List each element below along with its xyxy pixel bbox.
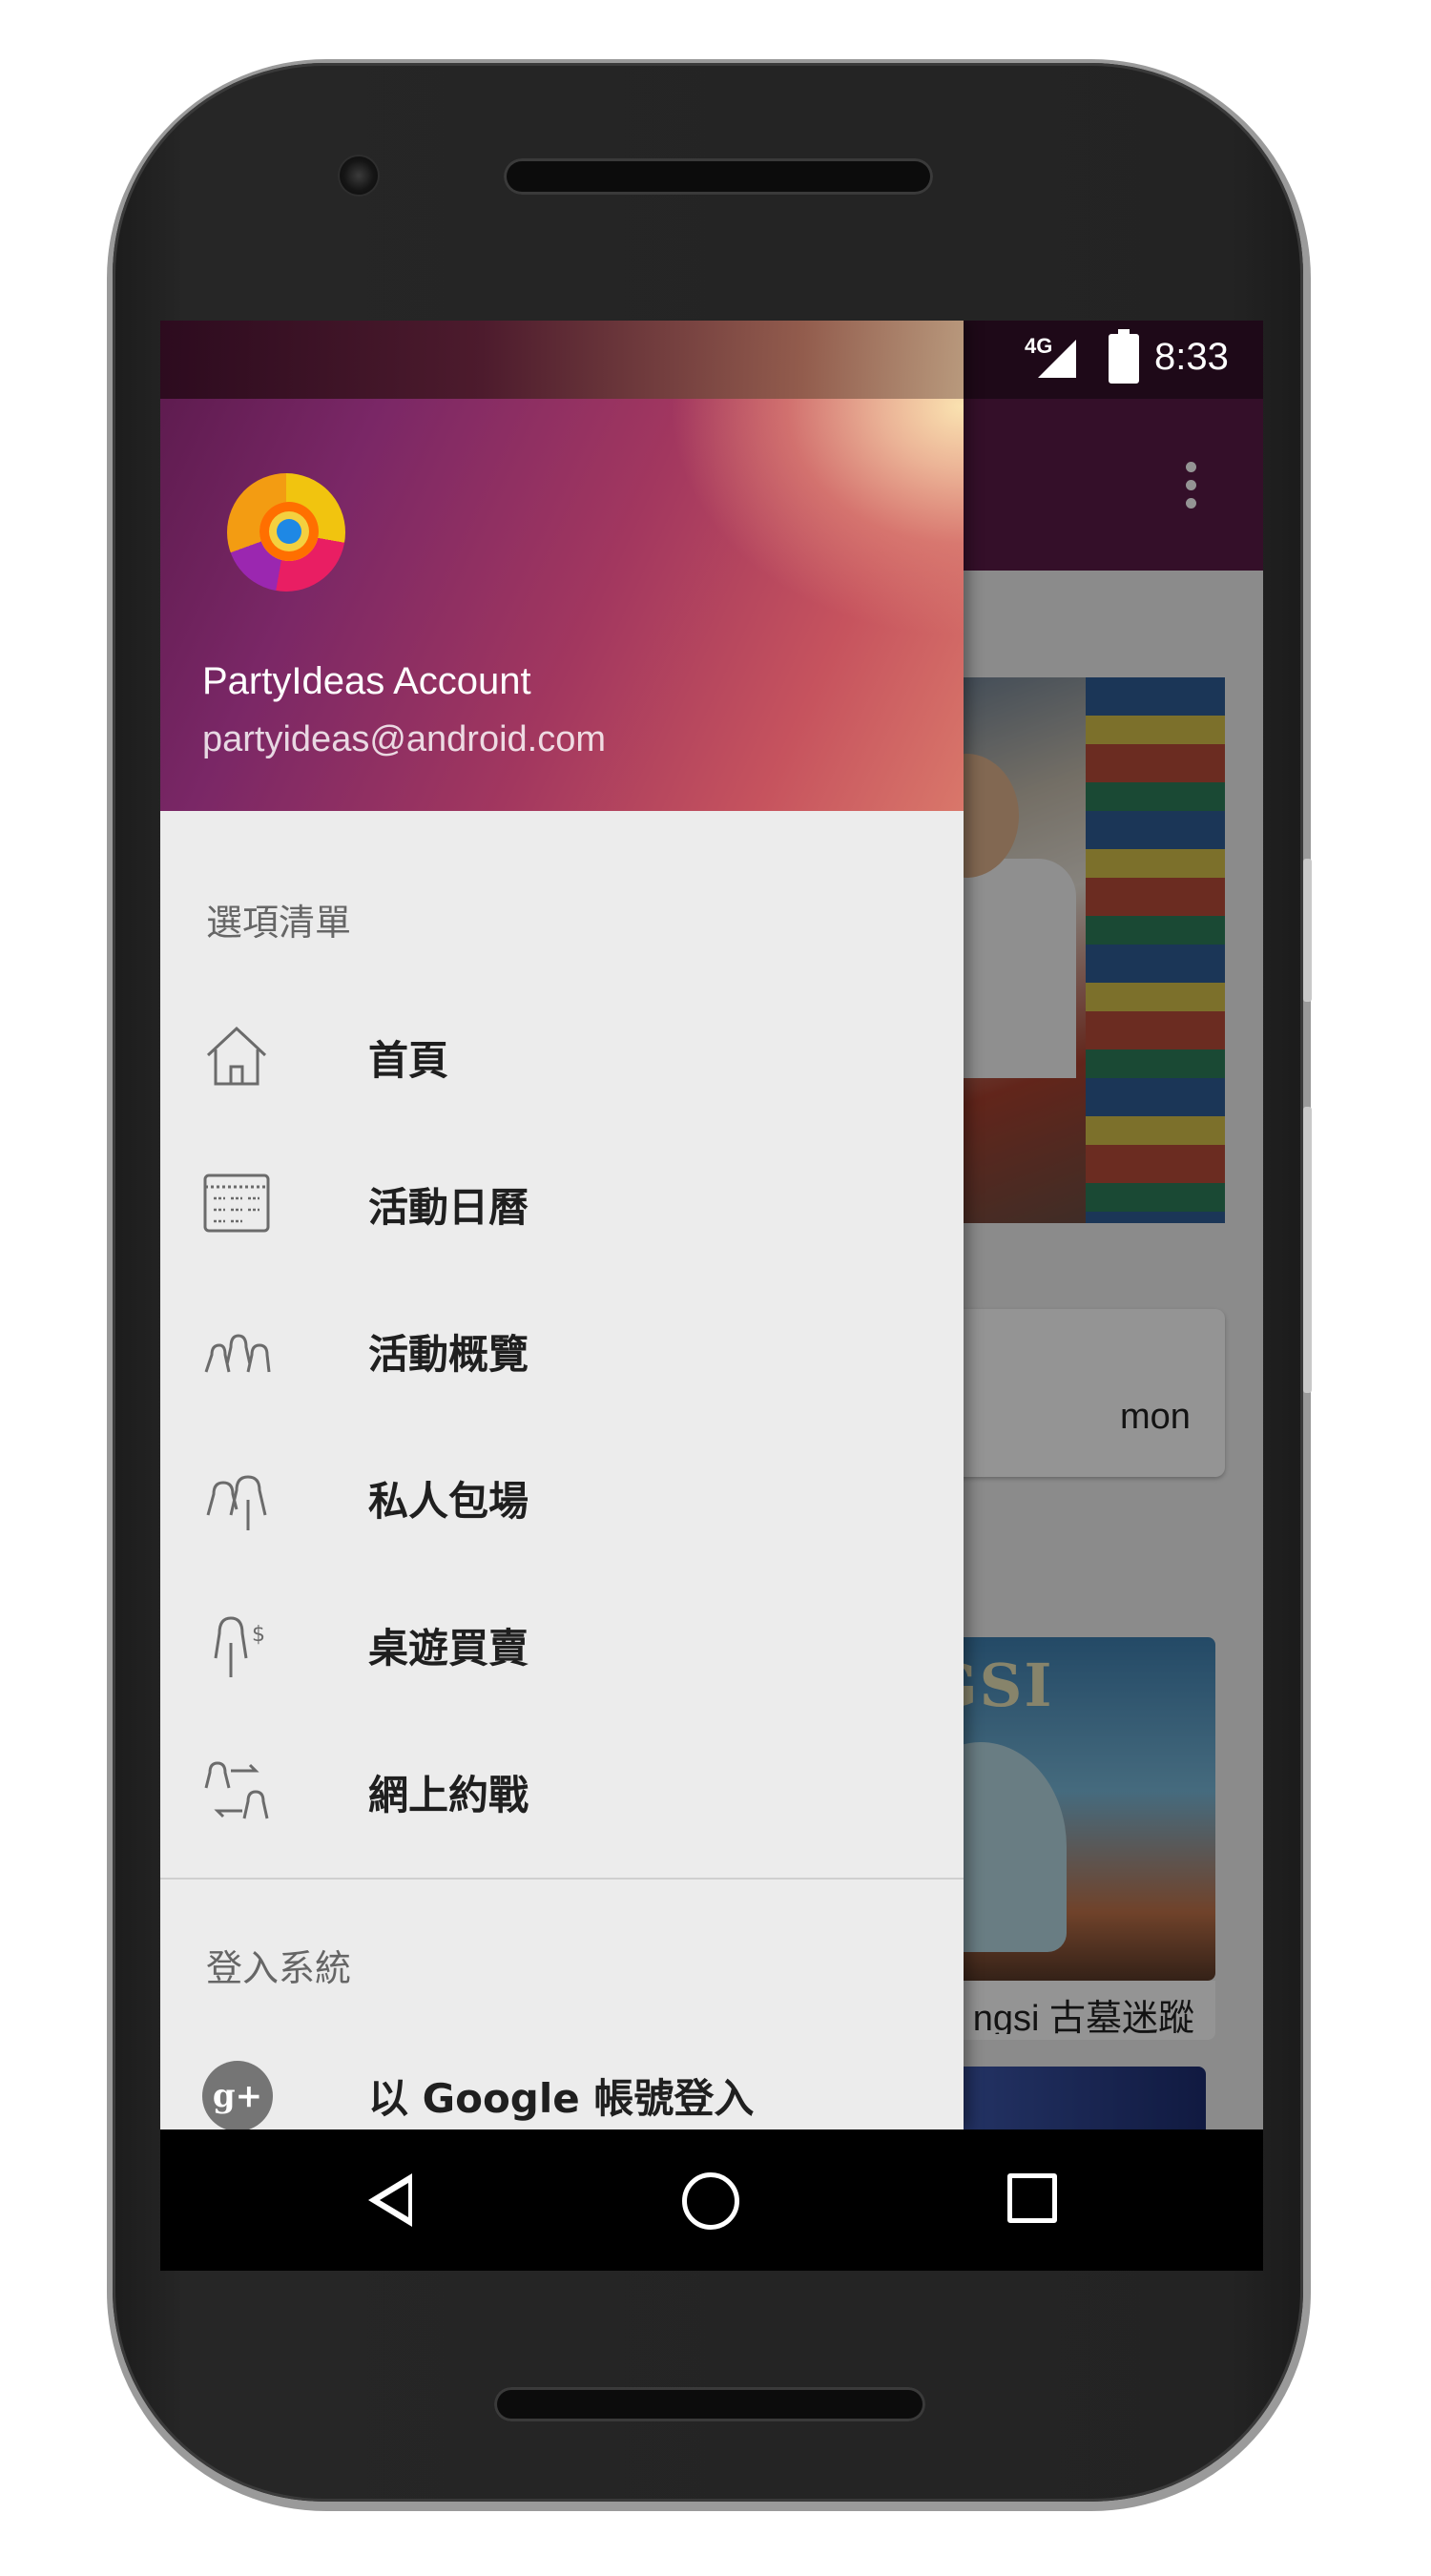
recent-apps-icon[interactable] [1007, 2173, 1057, 2223]
menu-item-online-match[interactable]: 網上約戰 [160, 1715, 964, 1860]
status-clock: 8:33 [1154, 336, 1229, 378]
navigation-drawer: PartyIdeas Account partyideas@android.co… [160, 321, 964, 2129]
back-icon-inner [380, 2183, 408, 2217]
trade-icon: $ [214, 1616, 265, 1677]
menu-item-trade[interactable]: $ 桌遊買賣 [160, 1568, 964, 1714]
account-email: partyideas@android.com [202, 719, 607, 759]
svg-text:$: $ [252, 1623, 265, 1647]
device-screen: mon GANGSI ngsi 古墓迷蹤 4G 8:33 PartyIdeas … [160, 321, 1263, 2271]
login-section-label: 登入系統 [206, 1949, 352, 1989]
account-name: PartyIdeas Account [202, 660, 531, 702]
menu-item-home[interactable]: 首頁 [160, 981, 964, 1126]
menu-item-label: 首頁 [368, 1037, 449, 1084]
menu-item-calendar[interactable]: 活動日曆 [160, 1128, 964, 1273]
home-icon [206, 1026, 267, 1086]
signal-icon [1038, 340, 1076, 378]
menu-item-label: 以 Google 帳號登入 [368, 2075, 755, 2122]
logo-core [277, 519, 301, 544]
group-icon [204, 1334, 271, 1373]
menu-item-label: 活動概覽 [368, 1331, 529, 1378]
menu-item-label: 桌遊買賣 [368, 1625, 529, 1672]
menu-item-overview[interactable]: 活動概覽 [160, 1275, 964, 1420]
bottom-speaker [494, 2387, 925, 2421]
front-camera [340, 156, 378, 195]
menu-item-label: 私人包場 [368, 1478, 529, 1525]
volume-button [1303, 859, 1312, 1002]
google-plus-icon: g+ [202, 2061, 273, 2129]
drawer-divider [160, 1878, 964, 1880]
private-room-icon [206, 1475, 267, 1530]
menu-section-label: 選項清單 [206, 904, 352, 944]
drawer-status-bar-tint [160, 321, 964, 399]
menu-item-label: 網上約戰 [368, 1772, 529, 1818]
calendar-icon [203, 1174, 270, 1233]
power-button [1303, 1107, 1312, 1393]
online-match-icon [204, 1761, 269, 1819]
battery-icon [1109, 329, 1139, 384]
earpiece-speaker [504, 158, 933, 195]
menu-item-label: 活動日曆 [368, 1184, 529, 1231]
home-button-icon[interactable] [682, 2172, 739, 2230]
menu-item-private-booking[interactable]: 私人包場 [160, 1422, 964, 1567]
menu-item-google-login[interactable]: g+ 以 Google 帳號登入 [160, 2019, 964, 2129]
